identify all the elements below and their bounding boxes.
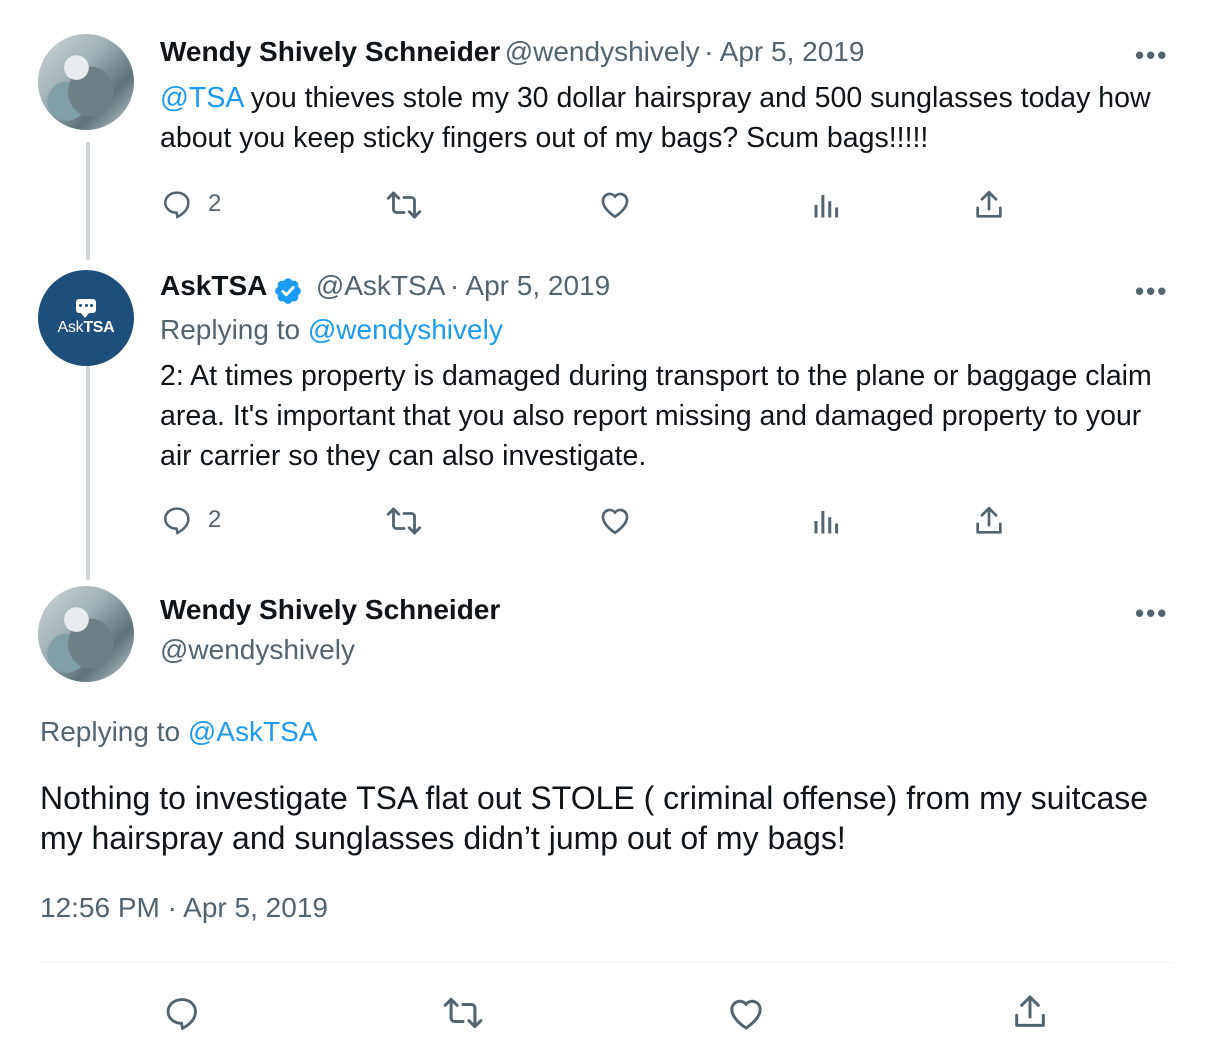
share-icon [976, 506, 1002, 534]
heart-icon [601, 508, 629, 535]
reply-icon [163, 191, 190, 219]
like-button[interactable] [726, 994, 766, 1032]
avatar-label: AskTSA [57, 319, 115, 336]
retweet-icon [386, 191, 422, 219]
tweet-timestamp[interactable]: 12:56 PM · Apr 5, 2019 [40, 892, 328, 924]
views-button[interactable] [812, 190, 842, 220]
tweet-text: Nothing to investigate TSA flat out STOL… [40, 780, 1149, 856]
replying-to: Replying to @AskTSA [40, 716, 317, 748]
retweet-button[interactable] [386, 190, 422, 220]
share-button[interactable] [1010, 992, 1050, 1032]
author-handle[interactable]: @wendyshively [505, 36, 700, 67]
tweet-text: 2: At times property is damaged during t… [160, 360, 1152, 472]
like-button[interactable] [598, 504, 632, 536]
replying-to-handle[interactable]: @AskTSA [188, 716, 318, 747]
tweet-date[interactable]: · Apr 5, 2019 [450, 270, 610, 301]
heart-icon [730, 999, 762, 1030]
tweet-text: @TSA you thieves stole my 30 dollar hair… [160, 78, 1170, 158]
avatar[interactable] [38, 586, 134, 682]
like-button[interactable] [598, 188, 632, 220]
replying-to-label: Replying to [40, 716, 188, 747]
divider [40, 962, 1173, 963]
heart-icon [601, 192, 629, 219]
views-button[interactable] [812, 506, 842, 536]
thread-line [86, 358, 90, 580]
author-handle[interactable]: @AskTSA [316, 270, 446, 301]
share-icon [1015, 995, 1045, 1027]
reply-count: 2 [208, 506, 222, 533]
reply-icon [163, 507, 190, 535]
author-name[interactable]: Wendy Shively Schneider [160, 594, 500, 626]
replying-to: Replying to @wendyshively [160, 314, 503, 346]
verified-badge-icon [275, 277, 302, 304]
views-icon [814, 511, 839, 534]
reply-button[interactable]: 2 [160, 188, 221, 220]
retweet-icon [386, 507, 422, 535]
chat-bubble-icon [76, 299, 96, 318]
author-handle[interactable]: @wendyshively [160, 634, 355, 666]
avatar[interactable]: AskTSA [38, 270, 134, 366]
reply-button[interactable] [162, 994, 202, 1032]
thread-line [86, 142, 90, 260]
author-name[interactable]: Wendy Shively Schneider [160, 36, 500, 67]
views-icon [814, 195, 839, 218]
share-button[interactable] [972, 188, 1006, 222]
share-icon [976, 190, 1002, 218]
share-button[interactable] [972, 504, 1006, 538]
mention-link[interactable]: @TSA [160, 82, 243, 114]
more-options-icon[interactable]: ••• [1135, 598, 1168, 629]
avatar[interactable] [38, 34, 134, 130]
tweet-header: Wendy Shively Schneider @wendyshively · … [160, 36, 864, 68]
retweet-button[interactable] [442, 996, 484, 1030]
replying-to-label: Replying to [160, 314, 308, 345]
author-name[interactable]: AskTSA [160, 270, 267, 301]
retweet-button[interactable] [386, 506, 422, 536]
retweet-icon [443, 997, 483, 1029]
reply-count: 2 [208, 190, 222, 217]
reply-button[interactable]: 2 [160, 504, 221, 536]
reply-icon [166, 998, 197, 1031]
tweet-text-body: you thieves stole my 30 dollar hairspray… [160, 82, 1151, 154]
tweet-date[interactable]: · Apr 5, 2019 [704, 36, 864, 67]
more-options-icon[interactable]: ••• [1135, 40, 1168, 71]
more-options-icon[interactable]: ••• [1135, 276, 1168, 307]
tweet-header: AskTSA @AskTSA · Apr 5, 2019 [160, 270, 610, 306]
replying-to-handle[interactable]: @wendyshively [308, 314, 503, 345]
